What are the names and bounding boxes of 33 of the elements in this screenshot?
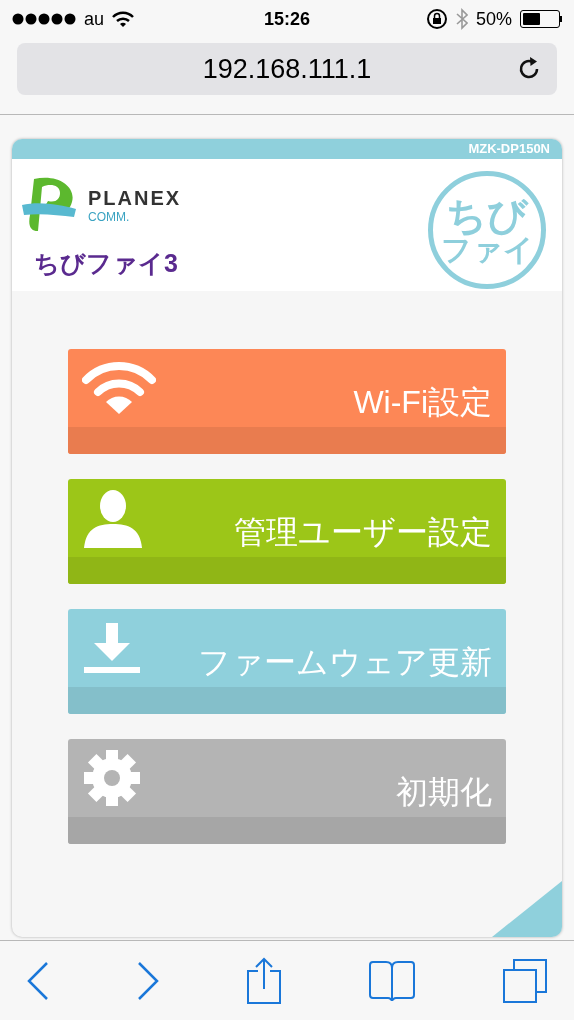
- url-text: 192.168.111.1: [201, 52, 373, 86]
- clock: 15:26: [262, 7, 311, 31]
- download-icon: [82, 621, 142, 675]
- gear-icon: [82, 748, 142, 808]
- menu-button[interactable]: Wi-Fi設定: [68, 349, 506, 454]
- signal-icon: [12, 13, 76, 25]
- address-bar[interactable]: 192.168.111.1: [17, 43, 557, 95]
- badge-text: ファイ: [440, 235, 534, 265]
- battery-percent: 50%: [475, 7, 512, 31]
- menu-button[interactable]: 初期化: [68, 739, 506, 844]
- rotation-lock-icon: [425, 8, 448, 30]
- carrier-name: au: [84, 7, 105, 31]
- menu-label: ファームウェア更新: [198, 643, 492, 682]
- tabs-icon[interactable]: [502, 957, 548, 1004]
- brand-subtitle: COMM.: [88, 210, 131, 223]
- wifi-icon: [82, 360, 156, 416]
- product-name: ちびファイ3: [34, 248, 179, 279]
- bookmarks-icon[interactable]: [368, 959, 416, 1002]
- wifi-icon: [112, 11, 135, 27]
- model-name: MZK-DP150N: [468, 140, 550, 159]
- badge-text: ちび: [446, 195, 528, 235]
- battery-icon: [520, 10, 562, 28]
- menu-button[interactable]: ファームウェア更新: [68, 609, 506, 714]
- person-icon: [82, 488, 144, 548]
- brand-name: PLANEX: [88, 187, 182, 208]
- share-icon[interactable]: [246, 956, 282, 1005]
- back-icon[interactable]: [26, 960, 50, 1001]
- bluetooth-icon: [455, 8, 468, 30]
- menu-label: 初期化: [396, 773, 492, 812]
- menu-label: Wi-Fi設定: [353, 383, 492, 422]
- menu-button[interactable]: 管理ユーザー設定: [68, 479, 506, 584]
- forward-icon[interactable]: [136, 960, 160, 1001]
- menu-label: 管理ユーザー設定: [234, 513, 492, 552]
